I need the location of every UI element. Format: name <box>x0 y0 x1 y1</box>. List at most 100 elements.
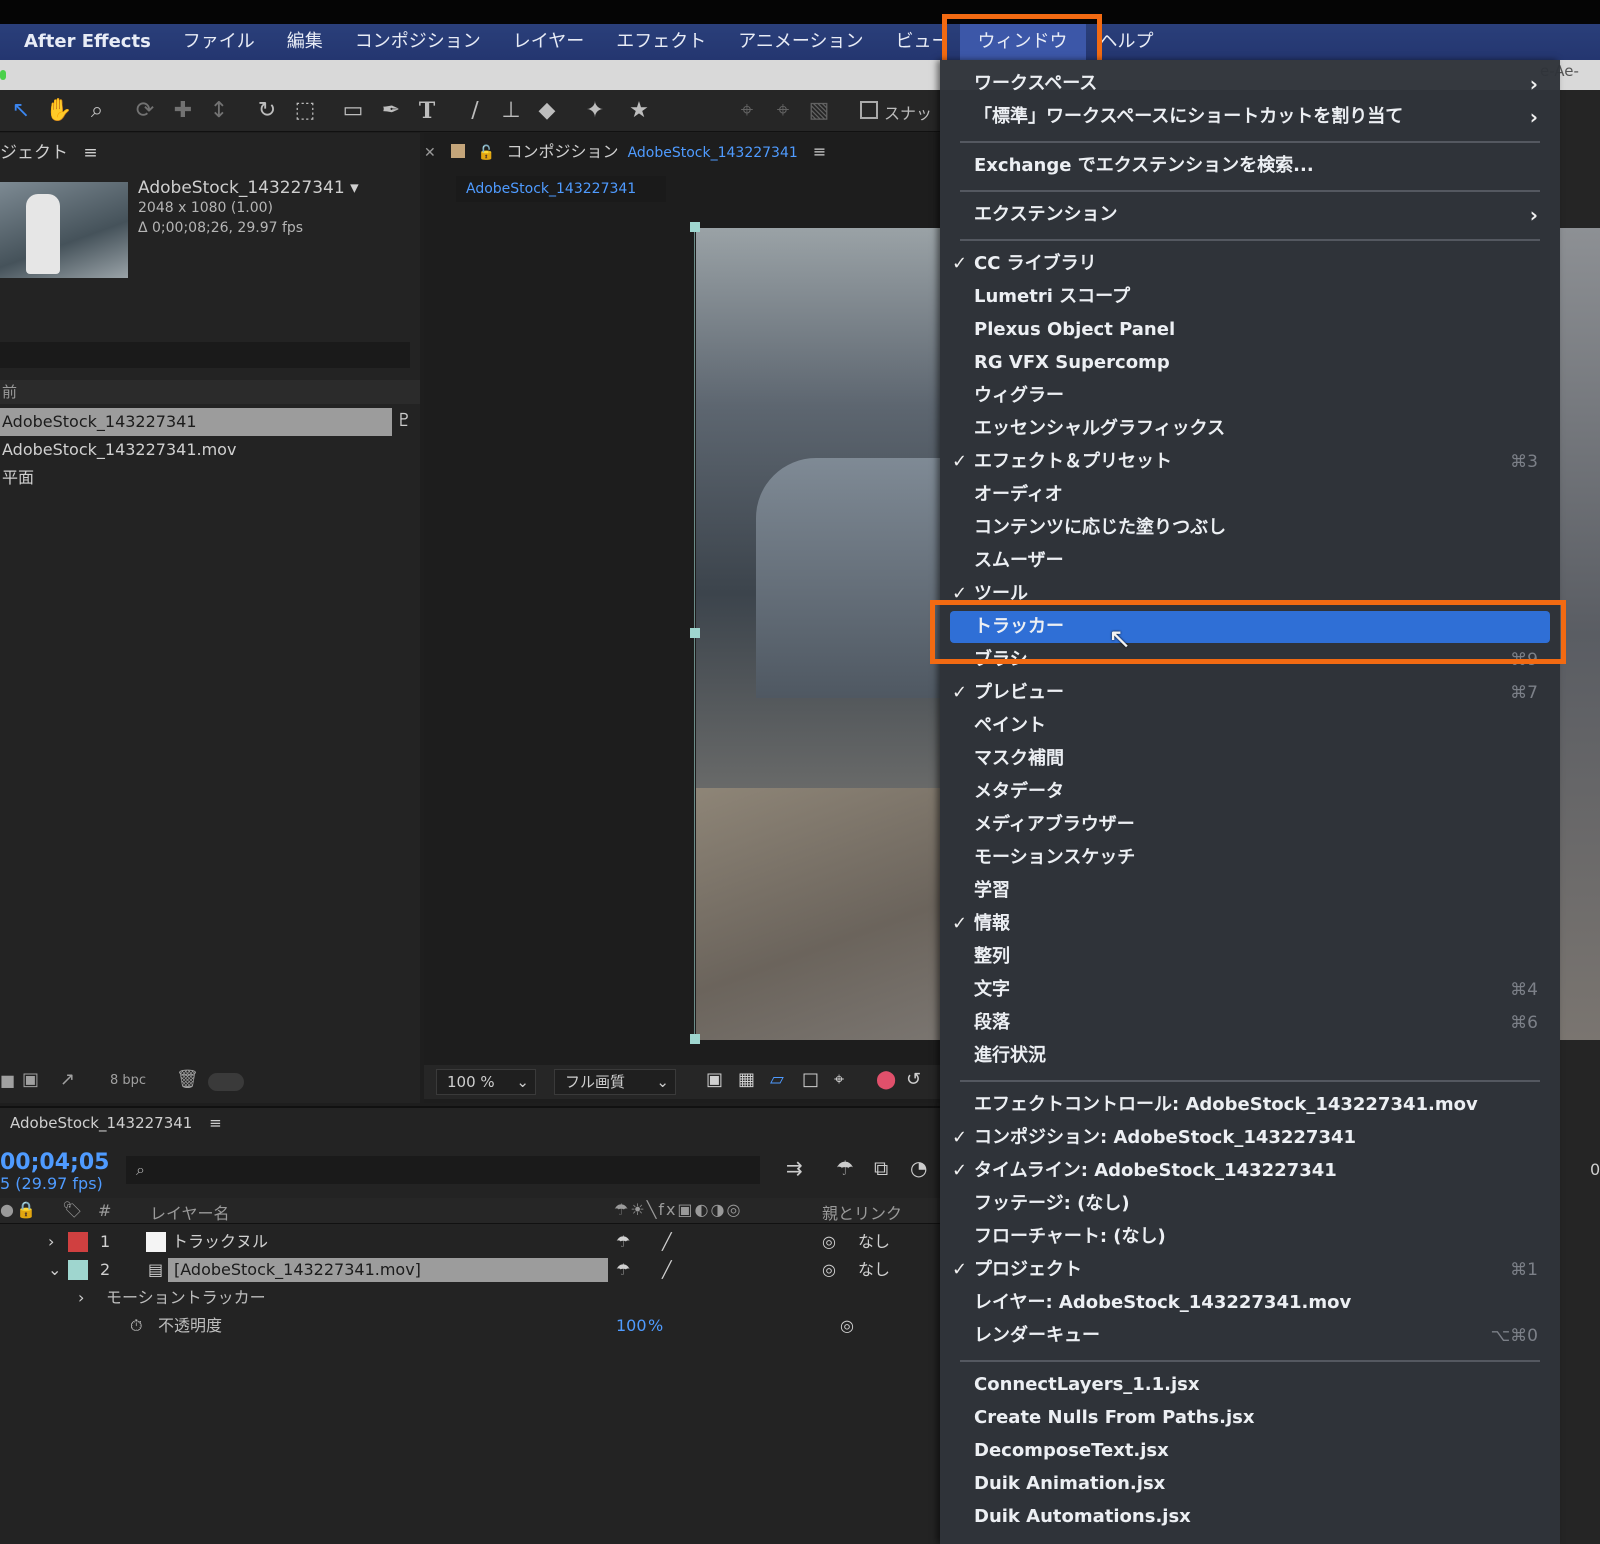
pick-whip-icon[interactable]: ◎ <box>822 1228 836 1256</box>
menu-item-window-12[interactable]: エッセンシャルグラフィックス <box>940 413 1560 445</box>
chevron-down-icon[interactable]: ▾ <box>350 178 359 198</box>
motion-blur-icon[interactable]: ◔ <box>910 1156 927 1180</box>
menu-item-window-30[interactable]: 段落 ⌘6 <box>940 1007 1560 1039</box>
project-row-footage[interactable]: AdobeStock_143227341.mov <box>0 436 420 464</box>
menu-view[interactable]: ビュー <box>880 24 946 60</box>
rotate-tool-icon[interactable]: ↻ <box>252 96 282 126</box>
menu-item-window-25[interactable]: モーションスケッチ <box>940 842 1560 874</box>
menu-item-window-13[interactable]: ✓ エフェクト＆プリセット ⌘3 <box>940 446 1560 478</box>
project-row-solids[interactable]: 平面 <box>0 464 420 492</box>
exposure-reset-icon[interactable]: ↺ <box>906 1069 921 1090</box>
menu-item-window-10[interactable]: RG VFX Supercomp <box>940 347 1560 379</box>
menu-item-window-26[interactable]: 学習 <box>940 875 1560 907</box>
expression-pick-whip-icon[interactable]: ◎ <box>840 1312 854 1340</box>
menu-file[interactable]: ファイル <box>167 24 271 60</box>
project-column-header[interactable]: 前 <box>0 380 420 404</box>
menu-item-window-42[interactable]: ConnectLayers_1.1.jsx <box>940 1369 1560 1401</box>
motion-tracker-row[interactable]: › モーショントラッカー <box>0 1284 940 1312</box>
comp-tab[interactable]: AdobeStock_143227341 <box>456 176 666 202</box>
bit-depth-label[interactable]: 8 bpc <box>110 1073 146 1088</box>
color-channels-icon[interactable]: ⬤ <box>876 1069 896 1090</box>
eraser-tool-icon[interactable]: ◆ <box>532 96 562 126</box>
chevron-right-icon[interactable]: › <box>78 1284 84 1312</box>
menu-effect[interactable]: エフェクト <box>600 24 722 60</box>
menu-item-window-37[interactable]: フローチャート: (なし) <box>940 1221 1560 1253</box>
interpret-footage-icon[interactable]: ■ <box>0 1071 15 1090</box>
quality-dropdown[interactable]: フル画質 ⌄ <box>554 1069 676 1095</box>
shy-switch-icon[interactable]: ☂ <box>616 1228 630 1256</box>
menu-item-window-43[interactable]: Create Nulls From Paths.jsx <box>940 1402 1560 1434</box>
comp-flowchart-icon[interactable]: ⇉ <box>786 1156 803 1180</box>
menu-item-window-23[interactable]: メタデータ <box>940 776 1560 808</box>
menu-item-window-31[interactable]: 進行状況 <box>940 1040 1560 1072</box>
window-zoom-dot[interactable] <box>0 70 6 80</box>
new-folder-icon[interactable]: ▣ <box>22 1069 39 1090</box>
menu-item-window-36[interactable]: フッテージ: (なし) <box>940 1188 1560 1220</box>
menu-item-window-29[interactable]: 文字 ⌘4 <box>940 974 1560 1006</box>
menu-animation[interactable]: アニメーション <box>722 24 879 60</box>
anchor-tool-icon[interactable]: ⬚ <box>290 96 320 126</box>
menu-item-window-28[interactable]: 整列 <box>940 941 1560 973</box>
layer-name[interactable]: [AdobeStock_143227341.mov] <box>174 1256 421 1284</box>
menu-item-window-38[interactable]: ✓ プロジェクト ⌘1 <box>940 1254 1560 1286</box>
menu-item-window-1[interactable]: 「標準」ワークスペースにショートカットを割り当て › <box>940 101 1560 133</box>
menu-item-window-20[interactable]: ✓ プレビュー ⌘7 <box>940 677 1560 709</box>
quality-switch-icon[interactable]: ╱ <box>662 1228 672 1256</box>
close-icon[interactable]: ✕ <box>424 145 436 161</box>
menu-item-window-34[interactable]: ✓ コンポジション: AdobeStock_143227341 <box>940 1122 1560 1154</box>
axis-world-icon[interactable]: ⌖ <box>768 96 798 126</box>
menu-item-window-3[interactable]: Exchange でエクステンションを検索... <box>940 150 1560 182</box>
menu-item-window-8[interactable]: Lumetri スコープ <box>940 281 1560 313</box>
fast-preview-icon[interactable]: ▣ <box>706 1069 723 1090</box>
menu-item-window-44[interactable]: DecomposeText.jsx <box>940 1435 1560 1467</box>
project-search-input[interactable] <box>0 342 410 368</box>
menu-layer[interactable]: レイヤー <box>497 24 600 60</box>
menu-app[interactable]: After Effects <box>0 24 167 60</box>
opacity-row[interactable]: ⏱ 不透明度 100 % ◎ <box>0 1312 940 1340</box>
menu-item-window-33[interactable]: エフェクトコントロール: AdobeStock_143227341.mov <box>940 1089 1560 1121</box>
axis-local-icon[interactable]: ⌖ <box>732 96 762 126</box>
mask-path-icon[interactable]: ▱ <box>770 1069 784 1090</box>
pick-whip-icon[interactable]: ◎ <box>822 1256 836 1284</box>
transparency-grid-icon[interactable]: ▦ <box>738 1069 755 1090</box>
layer-name[interactable]: トラックヌル <box>172 1228 268 1256</box>
menu-item-window-15[interactable]: コンテンツに応じた塗りつぶし <box>940 512 1560 544</box>
orbit-tool-icon[interactable]: ⟳ <box>130 96 160 126</box>
menu-item-window-46[interactable]: Duik Automations.jsx <box>940 1501 1560 1533</box>
flowchart-icon[interactable]: ♇ <box>396 410 412 431</box>
snap-checkbox[interactable] <box>860 101 878 119</box>
pen-tool-icon[interactable]: ✒ <box>376 96 406 126</box>
menu-item-window-40[interactable]: レンダーキュー ⌥⌘0 <box>940 1320 1560 1352</box>
menu-item-window-24[interactable]: メディアブラウザー <box>940 809 1560 841</box>
layer-row[interactable]: › 1 トラックヌル ☂ ╱ ◎ なし <box>0 1228 940 1256</box>
menu-item-window-14[interactable]: オーディオ <box>940 479 1560 511</box>
axis-view-icon[interactable]: ▧ <box>804 96 834 126</box>
zoom-tool-icon[interactable]: ⌕ <box>82 96 112 126</box>
trash-icon[interactable]: 🗑 <box>176 1069 199 1090</box>
project-row-composition[interactable]: AdobeStock_143227341 <box>0 408 392 436</box>
footage-name[interactable]: AdobeStock_143227341 ▾ <box>138 178 359 198</box>
bbox-handle-bottom[interactable] <box>690 1034 700 1044</box>
menu-item-window-11[interactable]: ウィグラー <box>940 380 1560 412</box>
toggle-pill[interactable] <box>208 1073 244 1091</box>
hand-tool-icon[interactable]: ✋ <box>44 96 74 126</box>
shy-layers-icon[interactable]: ☂ <box>836 1156 854 1180</box>
menu-item-window-45[interactable]: Duik Animation.jsx <box>940 1468 1560 1500</box>
brush-tool-icon[interactable]: ∕ <box>460 96 490 126</box>
clone-stamp-tool-icon[interactable]: ⊥ <box>496 96 526 126</box>
zoom-dropdown[interactable]: 100 % ⌄ <box>436 1069 536 1095</box>
panel-menu-icon[interactable]: ≡ <box>209 1114 222 1132</box>
type-tool-icon[interactable]: T <box>412 96 442 126</box>
selection-tool-icon[interactable]: ↖ <box>6 96 36 126</box>
panel-menu-icon[interactable]: ≡ <box>813 142 826 161</box>
new-composition-icon[interactable]: ↗ <box>60 1069 75 1090</box>
menu-item-window-5[interactable]: エクステンション › <box>940 199 1560 231</box>
opacity-value[interactable]: 100 <box>616 1312 647 1340</box>
roto-brush-tool-icon[interactable]: ✦ <box>580 96 610 126</box>
frame-blending-icon[interactable]: ⧉ <box>874 1156 888 1180</box>
lock-icon[interactable]: 🔓 <box>478 145 495 161</box>
timeline-tab[interactable]: AdobeStock_143227341 ≡ <box>10 1114 222 1132</box>
menu-composition[interactable]: コンポジション <box>339 24 497 60</box>
layer-name-column[interactable]: レイヤー名 <box>150 1200 230 1224</box>
region-of-interest-icon[interactable]: □ <box>802 1069 819 1090</box>
